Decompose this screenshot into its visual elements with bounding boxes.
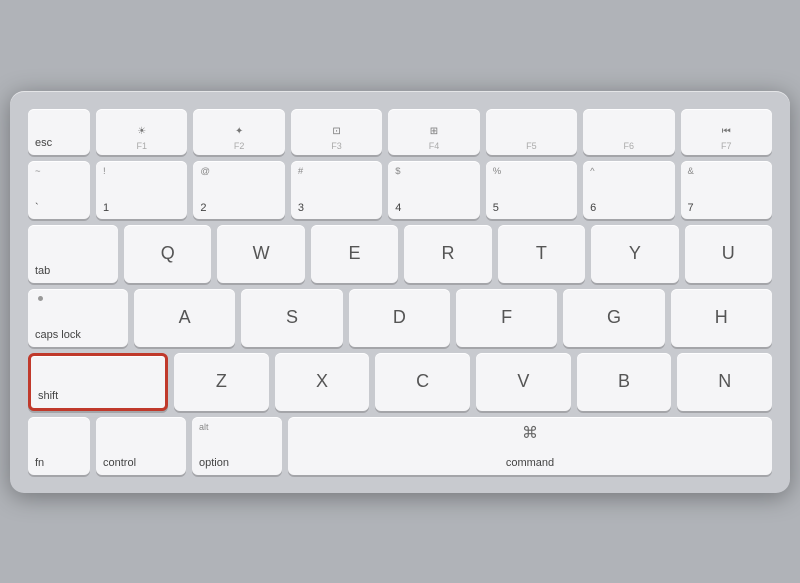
key-d[interactable]: D	[349, 289, 450, 347]
qwerty-row: tab Q W E R T Y U	[28, 225, 772, 283]
key-command-label: command	[506, 457, 554, 469]
key-f1[interactable]: ☀ F1	[96, 109, 187, 155]
key-5[interactable]: % 5	[486, 161, 577, 219]
key-3-top: #	[298, 166, 303, 177]
key-7-top: &	[688, 166, 694, 177]
key-4-bottom: 4	[395, 202, 401, 214]
key-5-bottom: 5	[493, 202, 499, 214]
key-f4-icon: ⊞	[430, 126, 438, 138]
key-f3-icon: ⊡	[332, 126, 340, 138]
key-backtick[interactable]: ~ `	[28, 161, 90, 219]
key-w[interactable]: W	[217, 225, 304, 283]
key-backtick-bottom: `	[35, 202, 39, 214]
key-e[interactable]: E	[311, 225, 398, 283]
key-4[interactable]: $ 4	[388, 161, 479, 219]
key-tab[interactable]: tab	[28, 225, 118, 283]
key-fn[interactable]: fn	[28, 417, 90, 475]
modifier-row: fn control alt option ⌘ command	[28, 417, 772, 475]
key-6-bottom: 6	[590, 202, 596, 214]
key-tab-label: tab	[35, 265, 50, 277]
key-esc-label: esc	[35, 137, 52, 149]
key-z[interactable]: Z	[174, 353, 269, 411]
key-7[interactable]: & 7	[681, 161, 772, 219]
key-2-bottom: 2	[200, 202, 206, 214]
key-option[interactable]: alt option	[192, 417, 282, 475]
zxcv-row: shift Z X C V B N	[28, 353, 772, 411]
key-6[interactable]: ^ 6	[583, 161, 674, 219]
key-g[interactable]: G	[563, 289, 664, 347]
key-fn-label: fn	[35, 457, 44, 469]
key-7-bottom: 7	[688, 202, 694, 214]
key-c[interactable]: C	[375, 353, 470, 411]
key-3-bottom: 3	[298, 202, 304, 214]
function-row: esc ☀ F1 ✦ F2 ⊡ F3 ⊞ F4 F5 F6 ⏮ F7	[28, 109, 772, 155]
key-r[interactable]: R	[404, 225, 491, 283]
key-1-bottom: 1	[103, 202, 109, 214]
key-f7[interactable]: ⏮ F7	[681, 109, 772, 155]
key-t[interactable]: T	[498, 225, 585, 283]
key-x[interactable]: X	[275, 353, 370, 411]
key-4-top: $	[395, 166, 400, 177]
key-f7-icon: ⏮	[722, 126, 731, 138]
key-alt-label: alt	[199, 422, 209, 432]
key-v[interactable]: V	[476, 353, 571, 411]
key-esc[interactable]: esc	[28, 109, 90, 155]
key-f4[interactable]: ⊞ F4	[388, 109, 479, 155]
key-s[interactable]: S	[241, 289, 342, 347]
caps-lock-indicator	[38, 296, 43, 301]
key-option-label: option	[199, 457, 229, 469]
key-3[interactable]: # 3	[291, 161, 382, 219]
key-control[interactable]: control	[96, 417, 186, 475]
key-1[interactable]: ! 1	[96, 161, 187, 219]
key-2-top: @	[200, 166, 210, 177]
key-backtick-top: ~	[35, 166, 41, 177]
key-f3[interactable]: ⊡ F3	[291, 109, 382, 155]
key-y[interactable]: Y	[591, 225, 678, 283]
key-1-top: !	[103, 166, 106, 177]
key-command-symbol: ⌘	[522, 423, 538, 443]
key-f[interactable]: F	[456, 289, 557, 347]
key-h[interactable]: H	[671, 289, 772, 347]
key-f6[interactable]: F6	[583, 109, 674, 155]
number-row: ~ ` ! 1 @ 2 # 3 $ 4 % 5 ^ 6 & 7	[28, 161, 772, 219]
key-f5[interactable]: F5	[486, 109, 577, 155]
key-f1-icon: ☀	[137, 126, 146, 138]
key-6-top: ^	[590, 166, 594, 177]
key-shift-label: shift	[38, 390, 58, 402]
key-f2[interactable]: ✦ F2	[193, 109, 284, 155]
key-u[interactable]: U	[685, 225, 772, 283]
key-2[interactable]: @ 2	[193, 161, 284, 219]
key-capslock-label: caps lock	[35, 329, 81, 341]
key-capslock[interactable]: caps lock	[28, 289, 128, 347]
key-shift-left[interactable]: shift	[28, 353, 168, 411]
keyboard: esc ☀ F1 ✦ F2 ⊡ F3 ⊞ F4 F5 F6 ⏮ F7	[10, 91, 790, 493]
key-n[interactable]: N	[677, 353, 772, 411]
asdf-row: caps lock A S D F G H	[28, 289, 772, 347]
key-f2-icon: ✦	[235, 126, 243, 138]
key-b[interactable]: B	[577, 353, 672, 411]
key-q[interactable]: Q	[124, 225, 211, 283]
key-5-top: %	[493, 166, 501, 177]
key-control-label: control	[103, 457, 136, 469]
key-a[interactable]: A	[134, 289, 235, 347]
key-command[interactable]: ⌘ command	[288, 417, 772, 475]
